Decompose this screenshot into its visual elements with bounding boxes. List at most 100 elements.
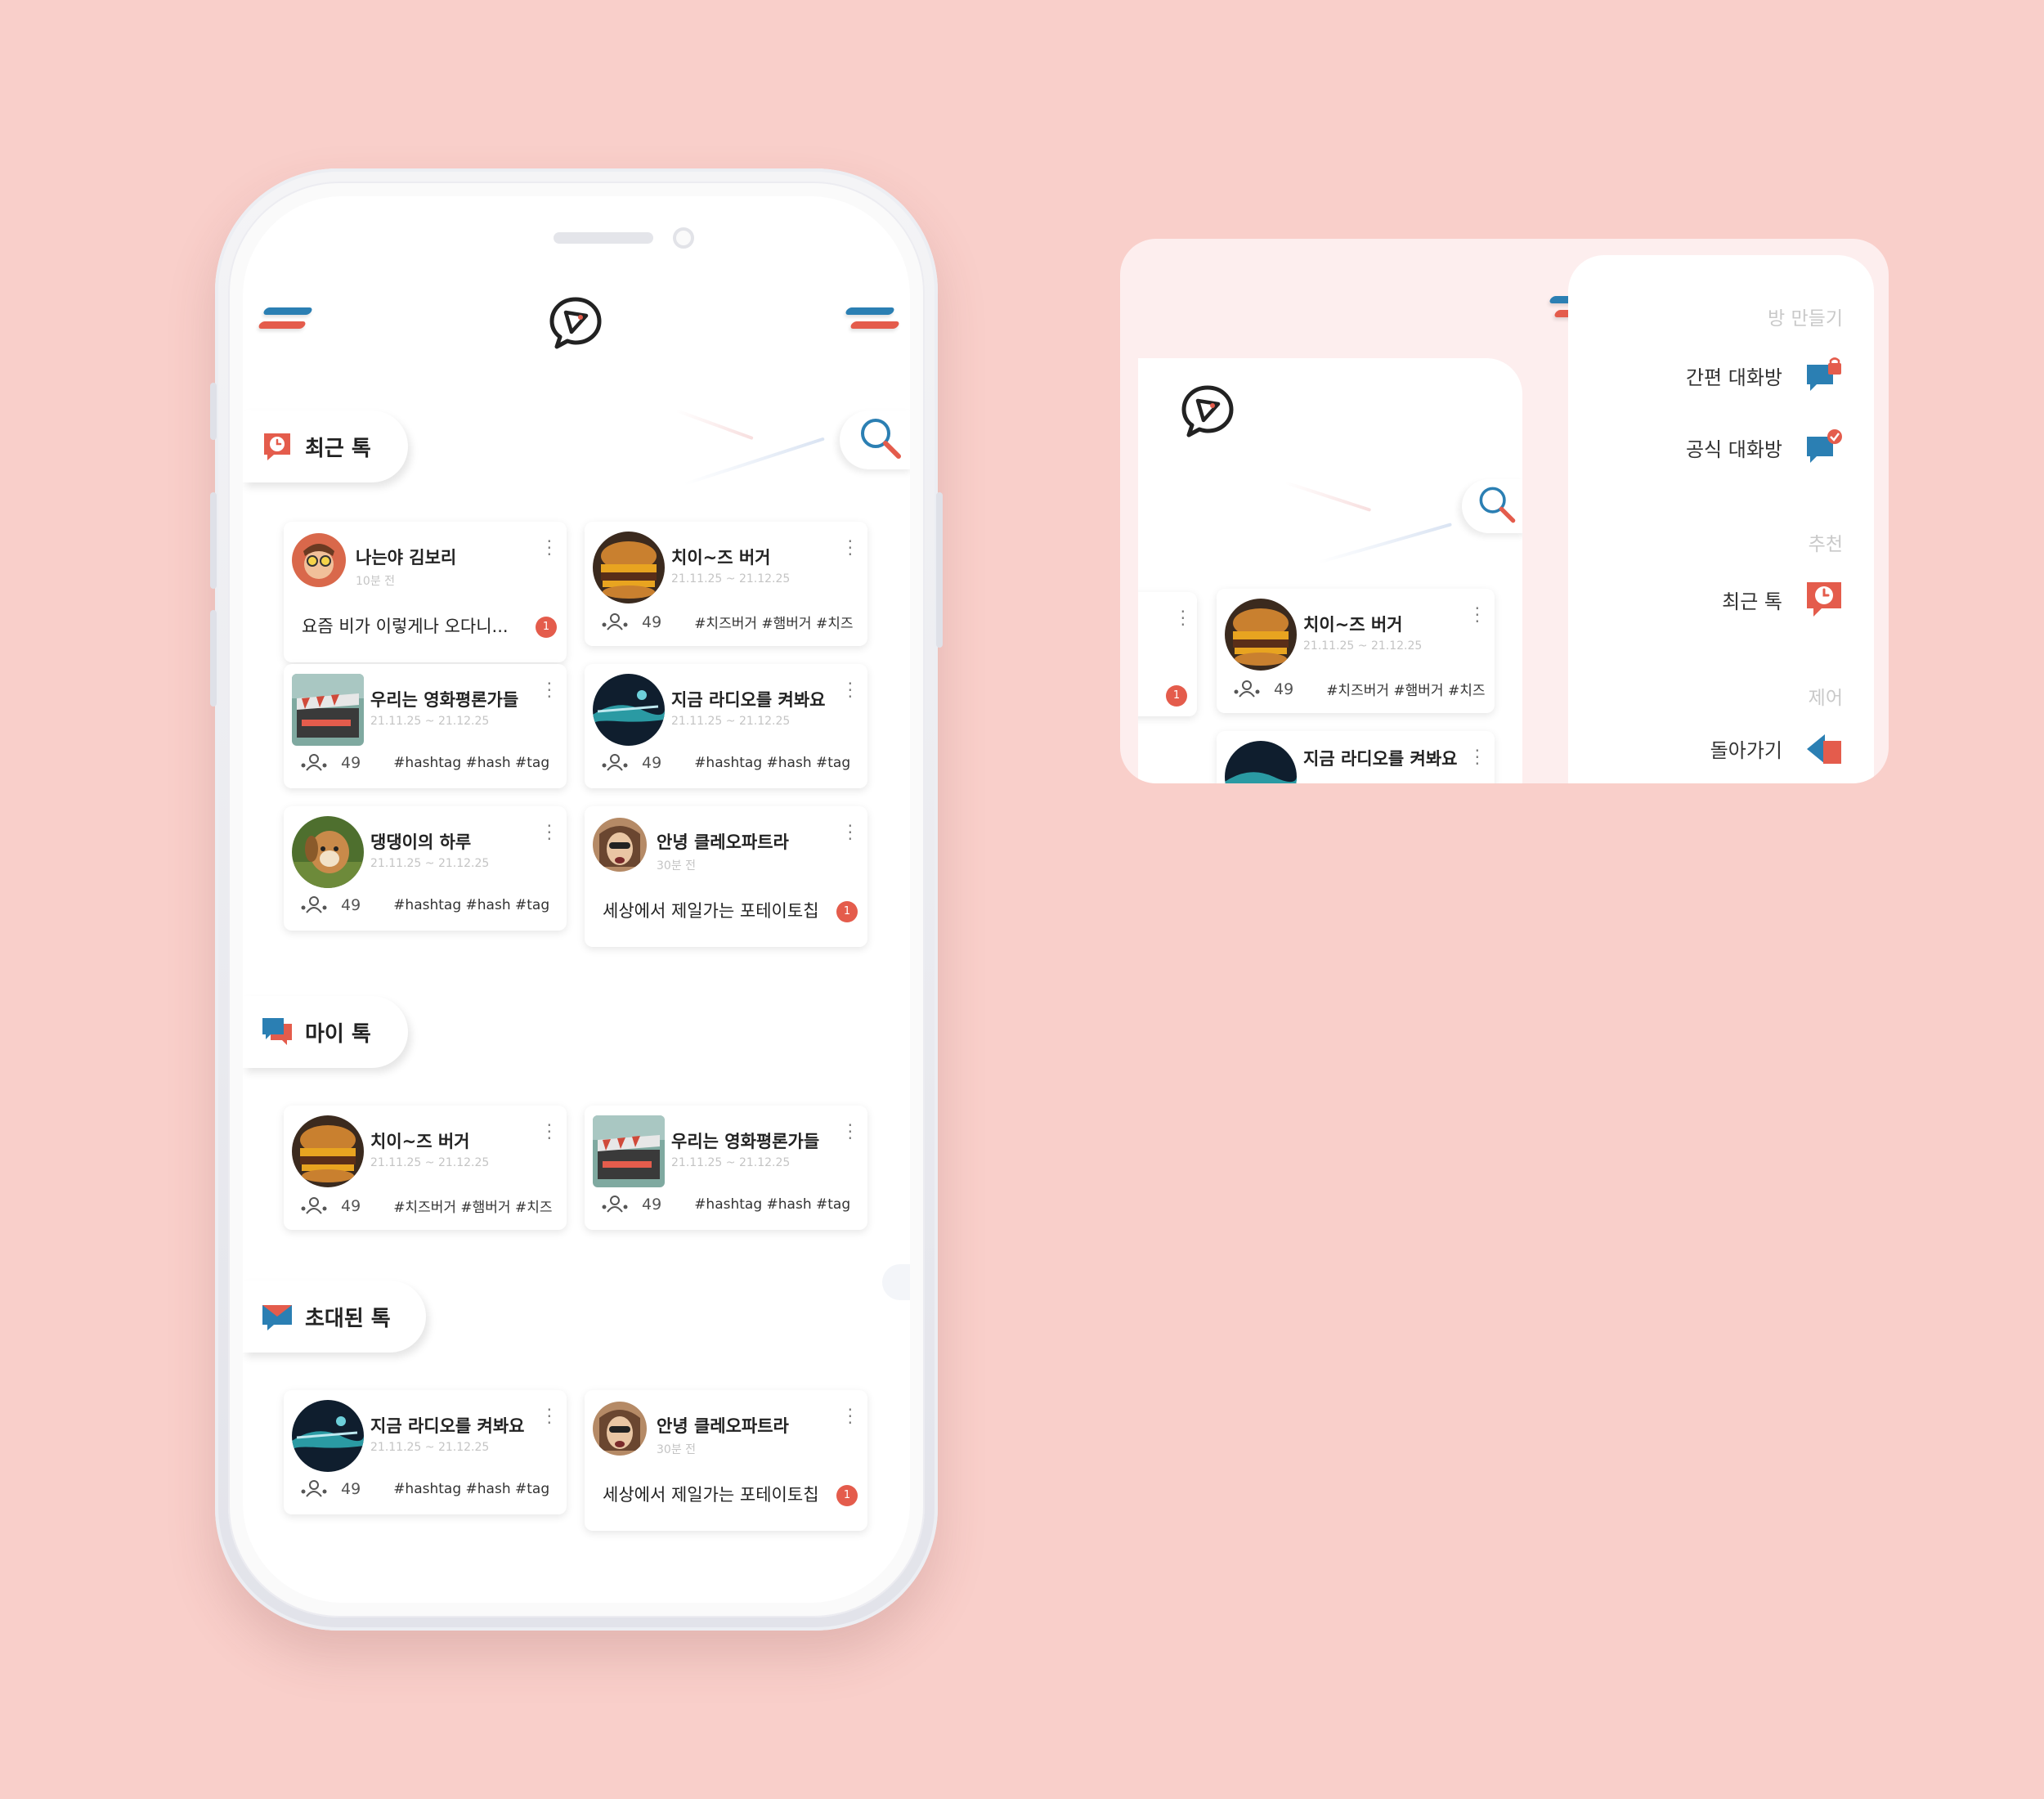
members-icon: [602, 754, 628, 771]
menu-item-back[interactable]: 돌아가기: [1710, 729, 1843, 767]
section-title: 최근 톡: [305, 436, 371, 461]
avatar: [292, 1115, 364, 1187]
talk-period: 21.11.25 ~ 21.12.25: [370, 1156, 490, 1169]
talk-card[interactable]: 안녕 클레오파트라 30분 전 · · · 세상에서 제일가는 포테이토칩 1: [585, 806, 867, 947]
menu-category-control: 제어: [1808, 688, 1843, 709]
avatar: [292, 816, 364, 888]
left-menu-icon[interactable]: [257, 307, 314, 335]
members-icon: [301, 896, 327, 913]
kebab-menu-icon[interactable]: · · ·: [848, 818, 853, 847]
chat-logo-icon[interactable]: [547, 294, 604, 352]
search-icon: [861, 419, 901, 459]
hashtags: #hashtag #hash #tag: [393, 1481, 550, 1497]
avatar: [593, 1402, 647, 1456]
talk-card-partial[interactable]: · · · 1: [1138, 592, 1197, 716]
phone-camera: [673, 227, 694, 249]
avatar: [292, 1400, 364, 1472]
hashtags: #hashtag #hash #tag: [694, 1196, 851, 1213]
avatar: [292, 533, 346, 587]
app-screen: 최근 톡 나는야 김보리 10분 전 · · · 요즘 비가 이렇게나 오다니...…: [243, 196, 910, 1603]
member-count: 49: [642, 612, 662, 631]
avatar: [1225, 741, 1297, 783]
menu-item-quick-room[interactable]: 간편 대화방: [1686, 357, 1843, 394]
kebab-menu-icon[interactable]: · · ·: [848, 1117, 853, 1146]
unread-badge: 1: [836, 901, 858, 922]
talk-card[interactable]: 지금 라디오를 켜봐요 21.11.25 ~ 21.12.25 · · · 49 #…: [585, 664, 867, 788]
section-title: 초대된 톡: [305, 1306, 391, 1331]
talk-name: 안녕 클레오파트라: [657, 832, 789, 852]
menu-preview-panel: · · · 1 치이~즈 버거 21.11.25 ~ 21.12.25 · · · 49…: [1120, 239, 1889, 783]
decorative-line: [1284, 481, 1372, 512]
talk-card[interactable]: 치이~즈 버거 21.11.25 ~ 21.12.25 · · · 49 #치즈버거…: [1217, 589, 1495, 713]
members-icon: [602, 1196, 628, 1213]
talk-card-partial[interactable]: 지금 라디오를 켜봐요 · · ·: [1217, 731, 1495, 783]
search-button[interactable]: [1462, 479, 1522, 533]
kebab-menu-icon[interactable]: · · ·: [1475, 600, 1480, 630]
talk-meta: 49 #hashtag #hash #tag: [601, 754, 850, 772]
members-icon: [301, 754, 327, 771]
talk-period: 21.11.25 ~ 21.12.25: [671, 715, 791, 728]
talk-card[interactable]: 안녕 클레오파트라 30분 전 · · · 세상에서 제일가는 포테이토칩 1: [585, 1390, 867, 1531]
invite-envelope-icon: [262, 1305, 292, 1330]
kebab-menu-icon[interactable]: · · ·: [848, 533, 853, 563]
talk-card[interactable]: 우리는 영화평론가들 21.11.25 ~ 21.12.25 · · · 49 #h…: [284, 664, 567, 788]
phone-volume-up: [210, 492, 217, 589]
menu-category-create: 방 만들기: [1768, 308, 1843, 330]
talk-card[interactable]: 지금 라디오를 켜봐요 21.11.25 ~ 21.12.25 · · · 49 #…: [284, 1390, 567, 1514]
kebab-menu-icon[interactable]: · · ·: [547, 1402, 552, 1431]
talk-name: 나는야 김보리: [356, 548, 457, 568]
menu-item-recent-talk[interactable]: 최근 톡: [1722, 581, 1843, 618]
hashtags: #치즈버거 #햄버거 #치즈: [1326, 683, 1486, 699]
phone-speaker: [554, 232, 653, 244]
member-count: 49: [341, 1480, 361, 1498]
menu-item-official-room[interactable]: 공식 대화방: [1686, 428, 1843, 466]
member-count: 49: [341, 896, 361, 914]
decorative-line: [675, 409, 754, 441]
talk-time: 10분 전: [356, 575, 396, 588]
kebab-menu-icon[interactable]: · · ·: [547, 1117, 552, 1146]
decorative-line: [684, 437, 825, 486]
avatar: [593, 1115, 665, 1187]
members-icon: [602, 612, 628, 630]
section-my-talk: 마이 톡: [243, 996, 408, 1068]
kebab-menu-icon[interactable]: · · ·: [547, 533, 552, 563]
members-icon: [301, 1196, 327, 1214]
kebab-menu-icon[interactable]: · · ·: [547, 818, 552, 847]
member-count: 49: [642, 754, 662, 772]
kebab-menu-icon[interactable]: · · ·: [848, 1402, 853, 1431]
talk-name: 지금 라디오를 켜봐요: [1303, 749, 1458, 769]
kebab-menu-icon[interactable]: · · ·: [1181, 603, 1186, 633]
lock-chat-icon: [1807, 357, 1841, 391]
right-menu-icon[interactable]: [844, 307, 901, 335]
clock-chat-icon: [1807, 582, 1841, 617]
talk-meta: 49 #hashtag #hash #tag: [300, 754, 549, 772]
member-count: 49: [341, 754, 361, 772]
phone-mockup: 최근 톡 나는야 김보리 10분 전 · · · 요즘 비가 이렇게나 오다니...…: [210, 168, 943, 1631]
talk-period: 21.11.25 ~ 21.12.25: [370, 715, 490, 728]
last-message: 세상에서 제일가는 포테이토칩: [603, 901, 819, 921]
search-button[interactable]: [840, 410, 910, 469]
talk-card[interactable]: 우리는 영화평론가들 21.11.25 ~ 21.12.25 · · · 49 #h…: [585, 1106, 867, 1230]
menu-category-recommend: 추천: [1808, 534, 1843, 555]
kebab-menu-icon[interactable]: · · ·: [848, 675, 853, 705]
last-message: 세상에서 제일가는 포테이토칩: [603, 1485, 819, 1505]
phone-power-button: [936, 492, 943, 648]
talk-card[interactable]: 댕댕이의 하루 21.11.25 ~ 21.12.25 · · · 49 #hash…: [284, 806, 567, 931]
kebab-menu-icon[interactable]: · · ·: [547, 675, 552, 705]
talk-period: 21.11.25 ~ 21.12.25: [671, 1156, 791, 1169]
section-recent-talk: 최근 톡: [243, 410, 408, 482]
talk-card[interactable]: 나는야 김보리 10분 전 · · · 요즘 비가 이렇게나 오다니... 1: [284, 522, 567, 662]
members-icon: [1234, 680, 1260, 698]
section-title: 마이 톡: [305, 1021, 371, 1047]
kebab-menu-icon[interactable]: · · ·: [1475, 742, 1480, 772]
talk-name: 지금 라디오를 켜봐요: [671, 690, 826, 710]
talk-period: 21.11.25 ~ 21.12.25: [671, 572, 791, 585]
talk-card[interactable]: 치이~즈 버거 21.11.25 ~ 21.12.25 · · · 49 #치즈버거…: [585, 522, 867, 646]
talk-meta: 49 #치즈버거 #햄버거 #치즈: [601, 612, 854, 632]
avatar: [292, 674, 364, 746]
avatar: [1225, 599, 1297, 671]
member-count: 49: [341, 1196, 361, 1215]
hashtags: #치즈버거 #햄버거 #치즈: [694, 616, 854, 632]
talk-name: 우리는 영화평론가들: [671, 1132, 820, 1151]
talk-card[interactable]: 치이~즈 버거 21.11.25 ~ 21.12.25 · · · 49 #치즈버거…: [284, 1106, 567, 1230]
